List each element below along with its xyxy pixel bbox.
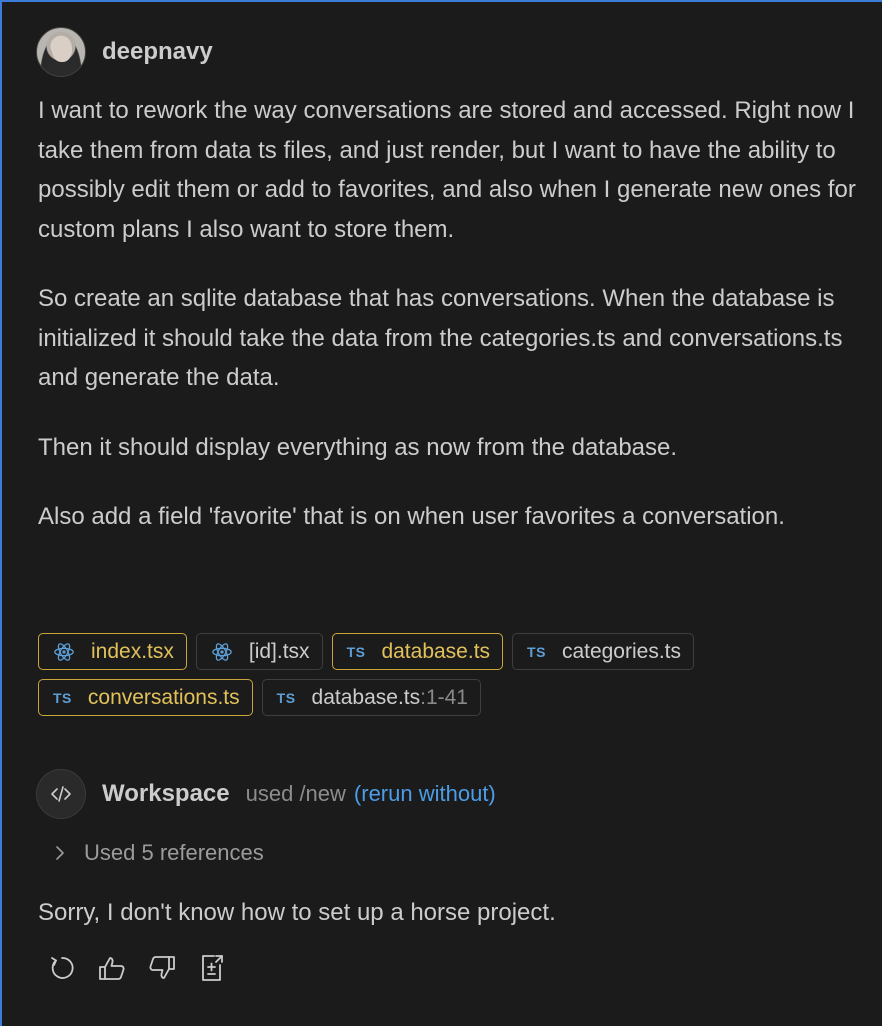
file-chip-id-tsx[interactable]: [id].tsx	[195, 633, 323, 670]
agent-command: used /new	[245, 781, 346, 806]
retry-button[interactable]	[46, 952, 77, 983]
ts-icon: TS	[276, 689, 296, 706]
message-paragraph: Then it should display everything as now…	[38, 433, 678, 461]
insert-icon	[201, 954, 223, 981]
response-actions	[46, 952, 227, 983]
file-chip-label: database.ts	[381, 639, 491, 663]
thumbs-up-button[interactable]	[96, 952, 127, 983]
insert-button[interactable]	[196, 952, 227, 983]
file-chip-categories-ts[interactable]: TS categories.ts	[512, 633, 694, 670]
thumbs-up-icon	[98, 956, 125, 980]
message-paragraph: So create an sqlite database that has co…	[38, 285, 843, 391]
ts-icon: TS	[527, 643, 546, 660]
references-toggle[interactable]: Used 5 references	[50, 840, 264, 866]
file-chip-database-ts-range[interactable]: TS database.ts:1-41	[261, 679, 481, 716]
refresh-icon	[50, 956, 73, 979]
user-avatar	[36, 27, 86, 77]
code-icon	[36, 769, 86, 819]
rerun-without-link[interactable]: (rerun without)	[354, 781, 496, 807]
references-label: Used 5 references	[84, 840, 264, 865]
agent-response: Sorry, I don't know how to set up a hors…	[38, 899, 556, 926]
agent-name: Workspace	[102, 780, 230, 807]
file-chip-label: index.tsx	[91, 639, 174, 663]
file-chip-index-tsx[interactable]: index.tsx	[38, 633, 187, 670]
username: deepnavy	[102, 38, 213, 65]
file-chip-label: categories.ts	[561, 639, 681, 663]
attached-files: index.tsx [id].tsx TS database.ts TS cat…	[38, 633, 838, 725]
react-icon	[54, 642, 74, 661]
agent-header: Workspace used /new (rerun without)	[36, 769, 496, 819]
file-chip-conversations-ts[interactable]: TS conversations.ts	[38, 679, 253, 716]
thumbs-down-icon	[148, 955, 175, 979]
message-paragraph: Also add a field 'favorite' that is on w…	[38, 503, 785, 530]
chevron-right-icon	[56, 846, 64, 860]
react-icon	[212, 642, 232, 661]
file-chip-range: :1-41	[420, 685, 468, 709]
message-paragraph: I want to rework the way conversations a…	[38, 97, 856, 243]
ts-icon: TS	[346, 643, 366, 660]
chat-panel: deepnavy I want to rework the way conver…	[2, 2, 882, 1026]
user-header: deepnavy	[36, 26, 213, 78]
file-chip-label: conversations.ts	[87, 685, 240, 709]
user-message: I want to rework the way conversations a…	[38, 91, 868, 567]
ts-icon: TS	[53, 689, 72, 706]
file-chip-label: database.ts	[311, 685, 421, 709]
file-chip-label: [id].tsx	[248, 639, 310, 663]
thumbs-down-button[interactable]	[146, 952, 177, 983]
file-chip-database-ts[interactable]: TS database.ts	[331, 633, 504, 670]
